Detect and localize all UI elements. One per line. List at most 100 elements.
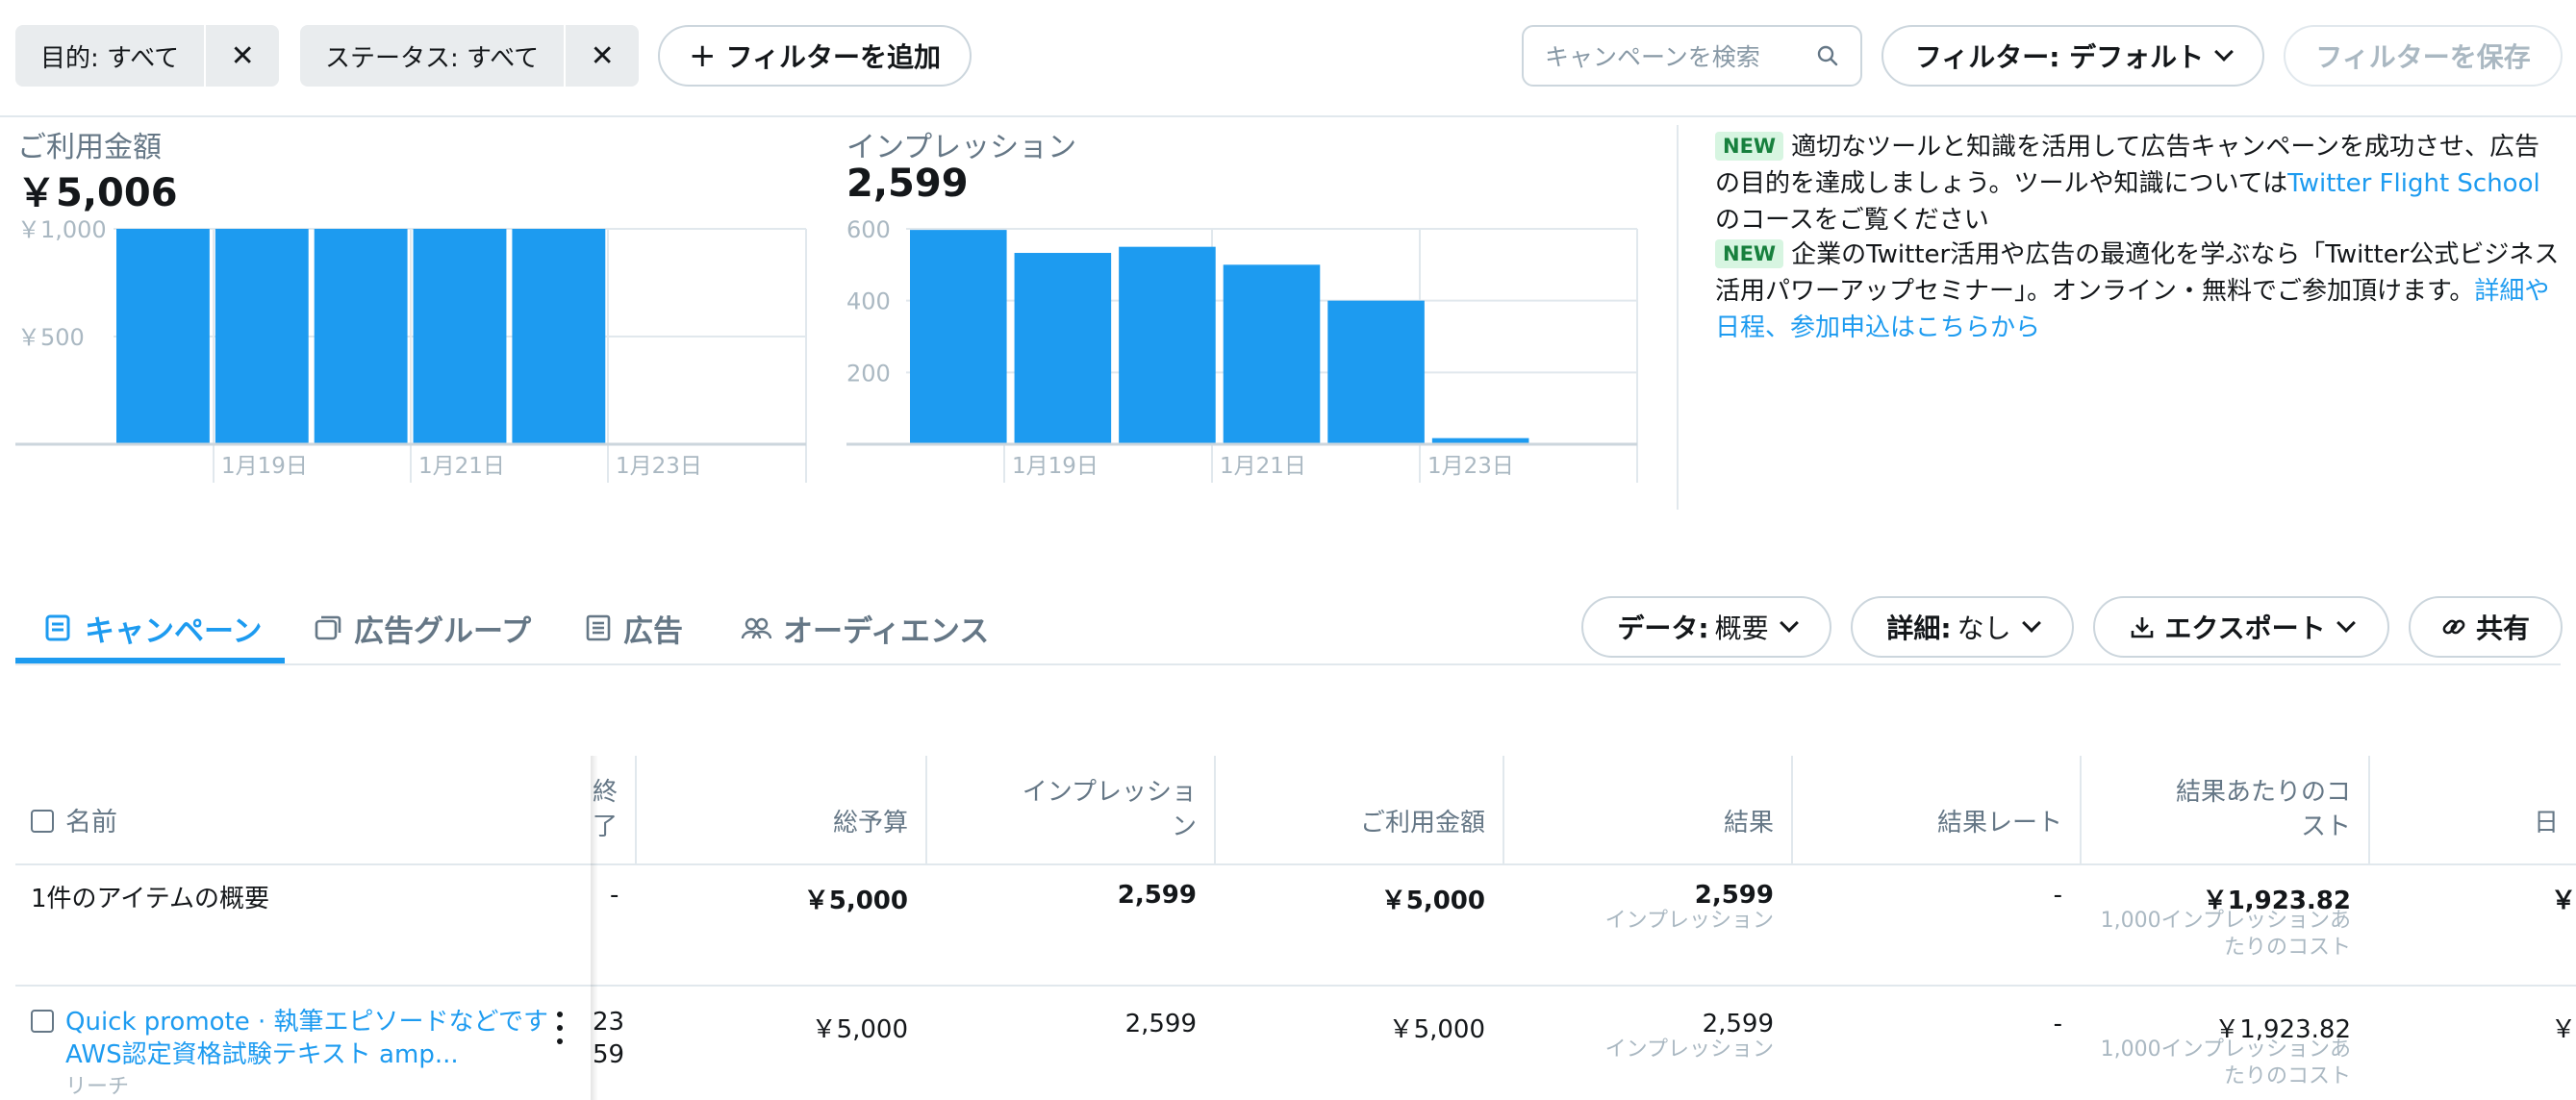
- search-placeholder: キャンペーンを検索: [1545, 43, 1760, 71]
- tabs-divider: [15, 663, 2561, 665]
- bar[interactable]: [215, 229, 309, 444]
- share-label: 共有: [2475, 612, 2530, 644]
- bar[interactable]: [1223, 264, 1321, 444]
- x-tick-label: 1月21日: [418, 454, 505, 479]
- impressions-stat-value: 2,599: [846, 162, 969, 206]
- chevron-down-icon: [1779, 613, 1799, 633]
- save-filter-label: フィルターを保存: [2315, 41, 2531, 73]
- cost-unit-line: 1,000インプレッションあ: [2100, 909, 2351, 933]
- tab-audiences[interactable]: オーディエンス: [741, 596, 989, 660]
- tab-campaigns[interactable]: キャンペーン: [44, 596, 262, 660]
- detail-value: なし: [1957, 612, 2011, 644]
- column-header-daily[interactable]: 日: [2501, 806, 2559, 840]
- export-button[interactable]: エクスポート: [2093, 596, 2389, 658]
- bar[interactable]: [1327, 300, 1425, 444]
- x-tick-label: 1月23日: [616, 454, 702, 479]
- campaign-result: 2,599: [1702, 1010, 1774, 1038]
- filter-preset-dropdown[interactable]: フィルター: デフォルト: [1881, 25, 2264, 87]
- column-separator: [2368, 756, 2370, 863]
- column-separator: [1791, 756, 1793, 863]
- export-label: エクスポート: [2164, 612, 2326, 644]
- ad-icon: [585, 613, 612, 642]
- bar[interactable]: [116, 229, 210, 444]
- column-header-budget[interactable]: 総予算: [650, 806, 908, 840]
- bar[interactable]: [413, 229, 507, 444]
- spend-chart: ￥1,000 ￥500 1月19日 1月21日 1月23日: [15, 216, 807, 483]
- filter-chip-status[interactable]: ステータス: すべて ✕: [300, 25, 640, 87]
- cost-unit-line: たりのコスト: [2223, 1064, 2351, 1088]
- chevron-down-icon: [2214, 42, 2235, 62]
- tab-ad-groups[interactable]: 広告グループ: [314, 596, 531, 660]
- section-divider: [1677, 125, 1679, 510]
- tab-ads[interactable]: 広告: [585, 596, 683, 660]
- tab-label: キャンペーン: [85, 613, 263, 649]
- search-input[interactable]: キャンペーンを検索: [1522, 25, 1862, 87]
- bar[interactable]: [512, 229, 606, 444]
- column-header-spend[interactable]: ご利用金額: [1227, 806, 1485, 840]
- chevron-down-icon: [2021, 613, 2041, 633]
- column-header-name[interactable]: 名前: [65, 806, 117, 840]
- campaign-name-line: Quick promote · 執筆エピソードなどです: [65, 1008, 549, 1037]
- filter-bar: 目的: すべて ✕ ステータス: すべて ✕ + フィルターを追加 キャンペーン…: [0, 0, 2576, 117]
- detail-dropdown[interactable]: 詳細: なし: [1851, 596, 2074, 658]
- filter-preset-label: フィルター: デフォルト: [1914, 41, 2205, 73]
- column-header-line: スト: [2300, 812, 2351, 841]
- flight-school-link[interactable]: Twitter Flight School: [2287, 169, 2540, 198]
- y-tick-label: 400: [846, 288, 891, 315]
- ad-group-icon: [314, 613, 342, 642]
- spend-stat-value: ￥5,006: [17, 171, 178, 215]
- news-text-after: のコースをご覧ください: [1715, 206, 1989, 235]
- add-filter-label: フィルターを追加: [725, 41, 941, 73]
- spend-stat-label: ご利用金額: [17, 131, 162, 164]
- save-filter-button[interactable]: フィルターを保存: [2284, 25, 2563, 87]
- bar[interactable]: [314, 229, 408, 444]
- x-tick-label: 1月19日: [221, 454, 308, 479]
- summary-daily: ￥: [2550, 887, 2576, 915]
- column-separator: [635, 756, 637, 863]
- add-filter-button[interactable]: + フィルターを追加: [658, 25, 972, 87]
- cost-unit-line: 1,000インプレッションあ: [2100, 1038, 2351, 1062]
- filter-chip-objective[interactable]: 目的: すべて ✕: [15, 25, 280, 87]
- y-tick-label: ￥1,000: [17, 216, 107, 243]
- column-separator: [2080, 756, 2082, 863]
- bar[interactable]: [1119, 246, 1216, 444]
- bar[interactable]: [1014, 253, 1112, 444]
- campaign-cost-unit: 1,000インプレッションあ たりのコスト: [2093, 1037, 2351, 1090]
- close-icon[interactable]: ✕: [206, 25, 279, 87]
- close-icon[interactable]: ✕: [566, 25, 639, 87]
- news-item: NEW 適切なツールと知識を活用して広告キャンペーンを成功させ、広告の目的を達成し…: [1715, 129, 2562, 238]
- audience-icon: [741, 613, 771, 642]
- new-badge: NEW: [1715, 239, 1784, 268]
- summary-result-rate: -: [2053, 881, 2062, 910]
- column-header-cost-per-result[interactable]: 結果あたりのコ スト: [2093, 775, 2351, 844]
- search-icon: [1817, 45, 1838, 66]
- data-view-value: 概要: [1714, 612, 1769, 644]
- column-header-line: 結果あたりのコ: [2175, 778, 2351, 807]
- row-divider: [15, 863, 2576, 865]
- news-text: 企業のTwitter活用や広告の最適化を学ぶなら「Twitter公式ビジネス活用…: [1715, 240, 2560, 306]
- column-header-impressions[interactable]: インプレッショ ン: [939, 775, 1197, 844]
- data-view-dropdown[interactable]: データ: 概要: [1581, 596, 1831, 658]
- filter-chip-label: 目的: すべて: [15, 25, 207, 87]
- select-all-checkbox[interactable]: [31, 810, 54, 833]
- bar[interactable]: [910, 230, 1007, 444]
- campaign-icon: [44, 613, 73, 642]
- summary-result: 2,599: [1694, 881, 1774, 910]
- x-tick-label: 1月19日: [1012, 454, 1099, 479]
- column-separator: [1214, 756, 1216, 863]
- summary-spend: ￥5,000: [1380, 887, 1485, 915]
- detail-label: 詳細:: [1886, 612, 1952, 644]
- x-tick-label: 1月21日: [1220, 454, 1306, 479]
- summary-cost-unit: 1,000インプレッションあ たりのコスト: [2093, 908, 2351, 962]
- more-options-icon[interactable]: [554, 1012, 566, 1044]
- column-separator: [925, 756, 927, 863]
- summary-label: 1件のアイテムの概要: [31, 885, 269, 913]
- row-checkbox[interactable]: [31, 1010, 54, 1033]
- column-header-result[interactable]: 結果: [1516, 806, 1774, 840]
- tab-label: 広告: [623, 613, 683, 649]
- data-view-label: データ:: [1617, 612, 1709, 644]
- campaign-name-link[interactable]: Quick promote · 執筆エピソードなどです AWS認定資格試験テキス…: [65, 1006, 548, 1071]
- download-icon: [2132, 617, 2154, 638]
- share-button[interactable]: 共有: [2409, 596, 2563, 658]
- column-header-result-rate[interactable]: 結果レート: [1805, 806, 2062, 840]
